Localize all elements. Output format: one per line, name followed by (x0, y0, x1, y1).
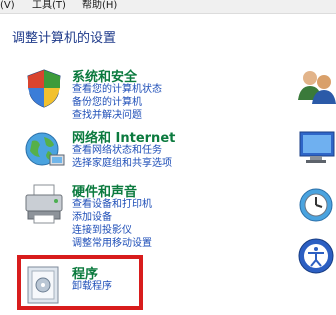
printer-icon[interactable] (22, 181, 66, 225)
programs-icon[interactable] (22, 263, 66, 307)
page-title: 调整计算机的设置 (12, 31, 117, 46)
shield-icon[interactable] (22, 66, 66, 110)
user-accounts-icon[interactable] (296, 66, 336, 106)
link-homegroup-sharing[interactable]: 选择家庭组和共享选项 (72, 157, 172, 170)
appearance-icon[interactable] (296, 126, 336, 166)
link-connect-projector[interactable]: 连接到投影仪 (72, 224, 152, 237)
link-check-computer-status[interactable]: 查看您的计算机状态 (72, 83, 162, 96)
link-add-device[interactable]: 添加设备 (72, 211, 152, 224)
link-view-devices-printers[interactable]: 查看设备和打印机 (72, 198, 152, 211)
menu-bar: (V) 工具(T) 帮助(H) (0, 0, 336, 14)
menu-view[interactable]: (V) (0, 0, 15, 12)
link-backup-computer[interactable]: 备份您的计算机 (72, 96, 162, 109)
link-mobility-settings[interactable]: 调整常用移动设置 (72, 237, 152, 250)
menu-tools[interactable]: 工具(T) (32, 0, 66, 12)
menu-help[interactable]: 帮助(H) (82, 0, 117, 12)
clock-globe-icon[interactable] (296, 185, 336, 225)
link-uninstall-program[interactable]: 卸载程序 (72, 280, 112, 293)
ease-of-access-icon[interactable] (296, 236, 336, 276)
network-globe-icon[interactable] (22, 127, 66, 171)
link-find-fix-problems[interactable]: 查找并解决问题 (72, 109, 162, 122)
link-view-network-status[interactable]: 查看网络状态和任务 (72, 144, 172, 157)
